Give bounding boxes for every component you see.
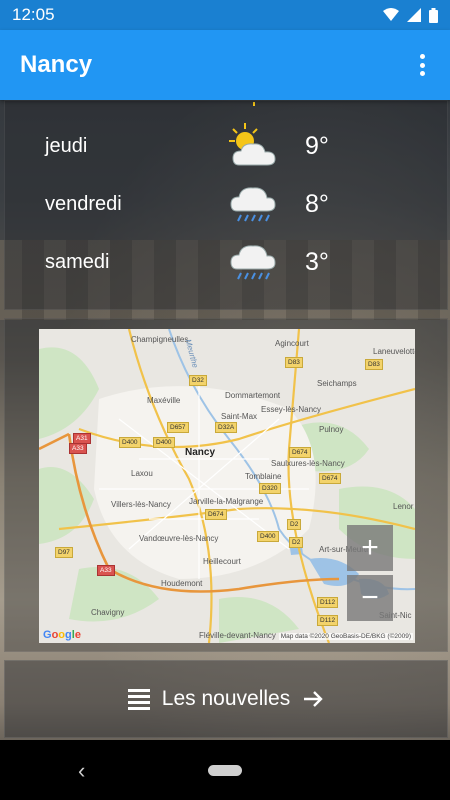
road-label: D674 xyxy=(289,447,311,458)
map-label: Pulnoy xyxy=(319,425,344,434)
forecast-temp: 9° xyxy=(305,132,329,160)
status-bar: 12:05 xyxy=(0,0,450,30)
map-label: Vandœuvre-lès-Nancy xyxy=(139,534,219,543)
arrow-right-icon xyxy=(304,691,323,707)
map-label-city: Nancy xyxy=(185,447,216,458)
road-label: D97 xyxy=(55,547,73,558)
road-label: D674 xyxy=(319,473,341,484)
map-label: Champigneulles xyxy=(131,335,189,344)
app-bar: Nancy xyxy=(0,30,450,100)
map-card: Champigneulles Agincourt Laneuvelotte Se… xyxy=(4,318,448,652)
zoom-out-button[interactable]: − xyxy=(347,575,393,621)
road-label: D657 xyxy=(167,422,189,433)
map-label: Lenor xyxy=(393,502,414,511)
map-label: Maxéville xyxy=(147,396,181,405)
forecast-card: jeudi 9° vendredi 8° samedi 3° xyxy=(4,91,448,310)
road-label: D112 xyxy=(317,615,339,626)
map-label: Laxou xyxy=(131,469,153,478)
map-label: Villers-lès-Nancy xyxy=(111,500,171,509)
road-label: D32 xyxy=(189,375,207,386)
rain-cloud-icon xyxy=(230,187,276,222)
forecast-day: jeudi xyxy=(45,135,88,157)
map-label: Tomblaine xyxy=(245,472,282,481)
sun-cloud-icon xyxy=(229,123,276,166)
app-title: Nancy xyxy=(20,51,93,78)
road-label: D112 xyxy=(317,597,339,608)
map-label: Houdemont xyxy=(161,579,203,588)
forecast-row: vendredi 8° xyxy=(5,179,447,237)
overflow-menu-icon[interactable] xyxy=(412,52,432,78)
forecast-row: samedi 3° xyxy=(5,237,447,295)
map-label: Seichamps xyxy=(317,379,357,388)
home-pill-icon[interactable] xyxy=(208,765,242,776)
map-label: Essey-lès-Nancy xyxy=(261,405,322,414)
forecast-day: samedi xyxy=(45,251,110,273)
navigation-bar: ‹ xyxy=(0,740,450,800)
forecast-row: jeudi 9° xyxy=(5,121,447,179)
road-label-motorway: A33 xyxy=(69,443,87,454)
map-label: Chavigny xyxy=(91,608,125,617)
signal-icon xyxy=(407,8,421,22)
road-label: D83 xyxy=(365,359,383,370)
road-label: D83 xyxy=(285,357,303,368)
road-label: D2 xyxy=(289,537,304,548)
news-label: Les nouvelles xyxy=(161,687,291,710)
back-icon[interactable]: ‹ xyxy=(78,758,85,784)
google-logo: Google xyxy=(43,629,81,641)
forecast-temp: 8° xyxy=(305,190,329,218)
road-label-motorway: A33 xyxy=(97,565,115,576)
list-icon xyxy=(127,688,150,710)
forecast-day: vendredi xyxy=(45,193,122,215)
news-button[interactable]: Les nouvelles xyxy=(4,660,448,738)
map-label: Jarville-la-Malgrange xyxy=(189,497,264,506)
map-label: Saulxures-lès-Nancy xyxy=(271,459,345,468)
map-label: Agincourt xyxy=(275,339,309,348)
road-label: D32A xyxy=(215,422,238,433)
map-label: Laneuvelotte xyxy=(373,347,415,356)
forecast-temp: 3° xyxy=(305,248,329,276)
road-label: D320 xyxy=(259,483,281,494)
map-label: Dommartemont xyxy=(225,391,281,400)
road-label: D400 xyxy=(153,437,175,448)
road-label: D2 xyxy=(287,519,302,530)
road-label: D674 xyxy=(205,509,227,520)
map-label: Fléville-devant-Nancy xyxy=(199,631,276,640)
map-view[interactable]: Champigneulles Agincourt Laneuvelotte Se… xyxy=(39,329,415,643)
rain-cloud-icon xyxy=(230,245,276,280)
map-attribution[interactable]: Map data ©2020 GeoBasis-DE/BKG (©2009) xyxy=(278,633,413,640)
road-label: D400 xyxy=(257,531,279,542)
road-label: D400 xyxy=(119,437,141,448)
zoom-in-button[interactable]: + xyxy=(347,525,393,571)
status-time: 12:05 xyxy=(12,5,55,24)
map-label: Saint-Max xyxy=(221,412,258,421)
map-label: Heillecourt xyxy=(203,557,241,566)
battery-icon xyxy=(429,7,438,23)
wifi-icon xyxy=(383,8,399,21)
